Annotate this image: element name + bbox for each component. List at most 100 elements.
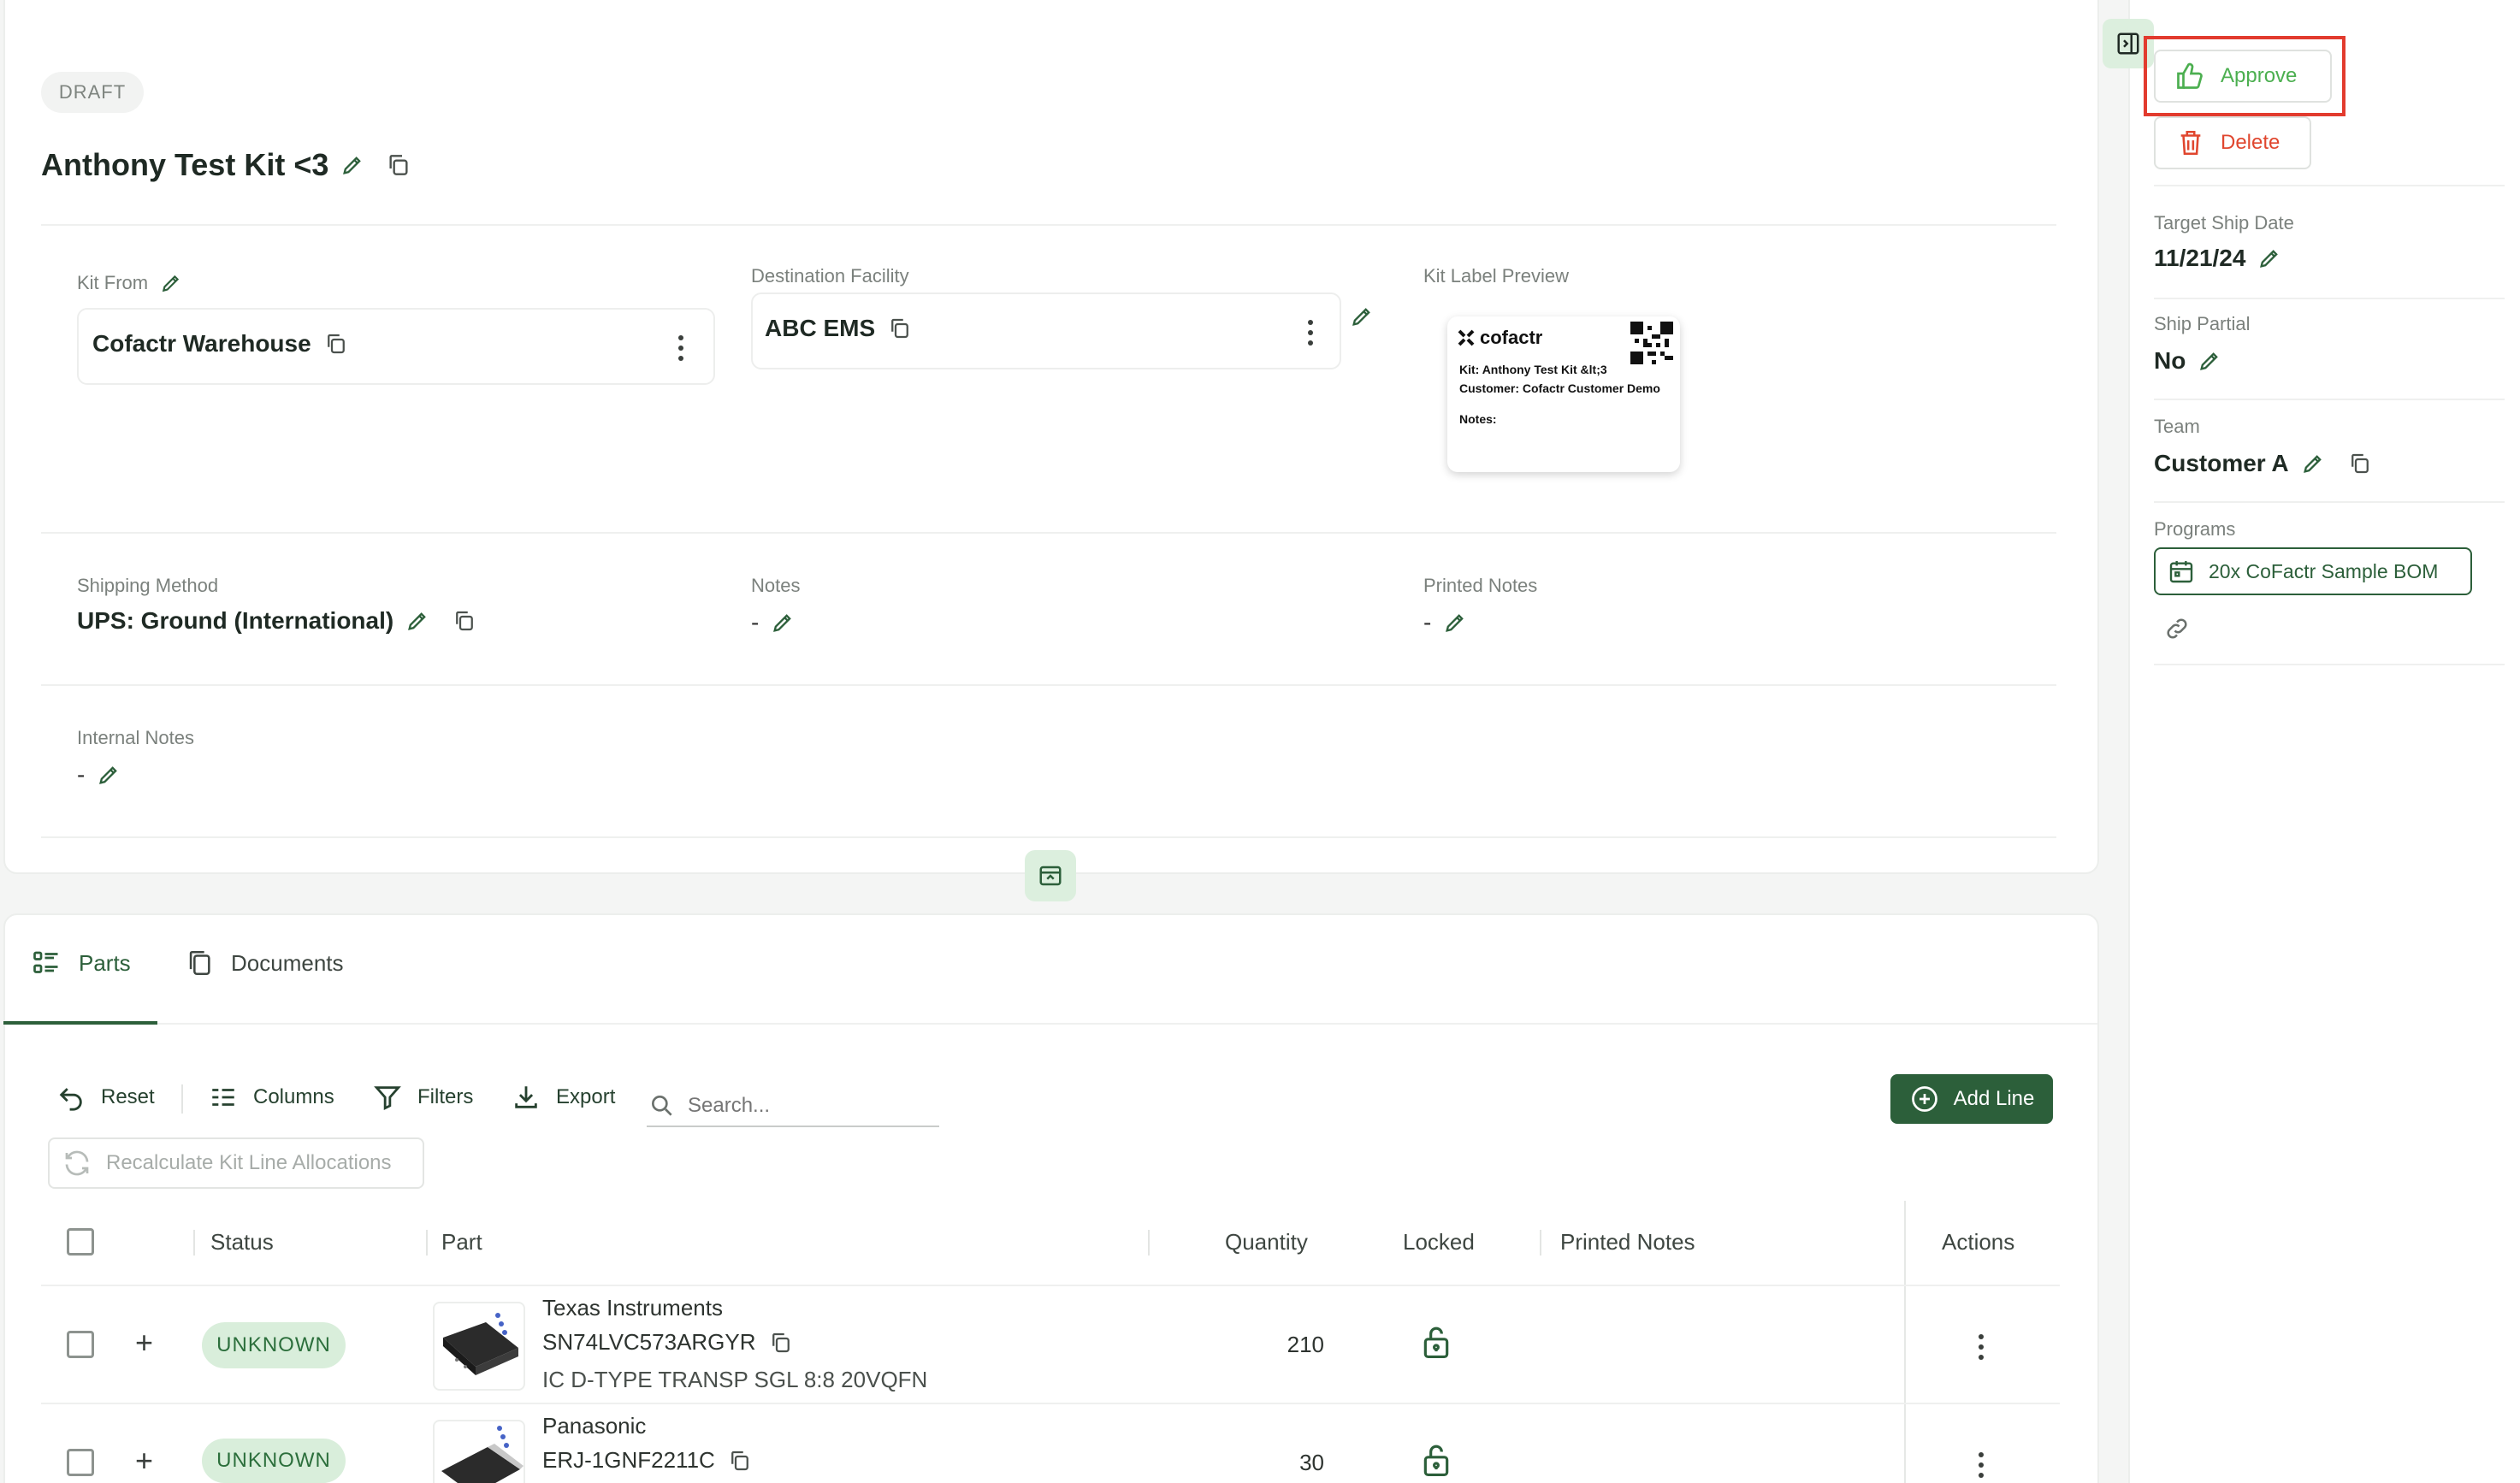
edit-icon[interactable] xyxy=(97,763,121,787)
edit-icon[interactable] xyxy=(160,272,182,294)
columns-button[interactable]: Columns xyxy=(209,1083,334,1112)
program-chip[interactable]: 20x CoFactr Sample BOM xyxy=(2154,547,2472,595)
printed-notes-row: - xyxy=(1423,609,1467,636)
sidebar-divider xyxy=(2154,399,2505,400)
header-locked[interactable]: Locked xyxy=(1403,1229,1475,1256)
select-all-checkbox[interactable] xyxy=(67,1228,94,1256)
calendar-icon xyxy=(2169,561,2193,583)
expand-row-icon[interactable]: + xyxy=(135,1327,153,1358)
target-ship-date-row: 11/21/24 xyxy=(2154,245,2281,272)
part-thumbnail xyxy=(433,1302,525,1391)
reset-label: Reset xyxy=(101,1085,155,1108)
kit-from-value: Cofactr Warehouse xyxy=(92,330,311,357)
destination-label: Destination Facility xyxy=(751,265,909,287)
export-label: Export xyxy=(556,1085,616,1108)
undo-icon xyxy=(59,1088,82,1111)
tab-parts[interactable]: Parts xyxy=(31,948,131,978)
programs-label: Programs xyxy=(2154,518,2236,540)
unlock-icon[interactable] xyxy=(1420,1442,1452,1478)
more-options-icon[interactable] xyxy=(677,335,684,361)
program-chip-label: 20x CoFactr Sample BOM xyxy=(2209,559,2439,582)
copy-icon[interactable] xyxy=(2347,451,2373,476)
kit-from-select[interactable]: Cofactr Warehouse xyxy=(77,308,715,385)
copy-icon[interactable] xyxy=(768,1330,794,1356)
copy-icon[interactable] xyxy=(323,331,349,357)
column-divider xyxy=(193,1230,195,1256)
label-line-customer: Customer: Cofactr Customer Demo xyxy=(1459,381,1660,395)
header-printed-notes[interactable]: Printed Notes xyxy=(1560,1229,1695,1256)
reset-button[interactable]: Reset xyxy=(56,1083,155,1112)
edit-icon[interactable] xyxy=(2301,452,2325,476)
target-ship-date-value: 11/21/24 xyxy=(2154,245,2246,271)
row-divider xyxy=(41,1403,2060,1404)
approve-label: Approve xyxy=(2221,64,2298,87)
approve-button[interactable]: Approve xyxy=(2154,50,2332,103)
row-actions-icon[interactable] xyxy=(1978,1334,1985,1360)
status-badge: UNKNOWN xyxy=(202,1322,346,1368)
label-line-notes: Notes: xyxy=(1459,412,1497,426)
export-button[interactable]: Export xyxy=(512,1083,615,1112)
part-manufacturer: Texas Instruments xyxy=(542,1295,723,1321)
shipping-method-value: UPS: Ground (International) xyxy=(77,607,394,634)
edit-icon[interactable] xyxy=(405,609,429,633)
destination-select[interactable]: ABC EMS xyxy=(751,292,1341,369)
ship-partial-label: Ship Partial xyxy=(2154,313,2251,334)
edit-icon[interactable] xyxy=(1350,304,1374,328)
internal-notes-row: - xyxy=(77,761,121,789)
filters-button[interactable]: Filters xyxy=(373,1083,473,1112)
documents-icon xyxy=(189,950,210,976)
part-manufacturer: Panasonic xyxy=(542,1413,647,1439)
sidebar-toggle-icon xyxy=(2117,32,2139,55)
part-mpn-row: SN74LVC573ARGYR xyxy=(542,1329,794,1356)
copy-icon[interactable] xyxy=(887,316,913,341)
columns-icon xyxy=(212,1089,234,1106)
printed-notes-value: - xyxy=(1423,609,1432,635)
internal-notes-value: - xyxy=(77,761,86,788)
search-input[interactable] xyxy=(688,1094,919,1118)
row-checkbox[interactable] xyxy=(67,1331,94,1358)
search-field[interactable] xyxy=(647,1086,939,1127)
part-mpn[interactable]: ERJ-1GNF2211C xyxy=(542,1447,715,1474)
filter-icon xyxy=(374,1086,401,1111)
edit-icon[interactable] xyxy=(340,153,364,177)
more-options-icon[interactable] xyxy=(1307,320,1314,346)
notes-label: Notes xyxy=(751,575,801,596)
ship-partial-value: No xyxy=(2154,347,2186,374)
link-icon[interactable] xyxy=(2164,616,2190,641)
delete-button[interactable]: Delete xyxy=(2154,116,2311,169)
shipping-method-label: Shipping Method xyxy=(77,575,219,596)
row-checkbox[interactable] xyxy=(67,1449,94,1476)
quantity-value: 210 xyxy=(1287,1332,1324,1357)
row-actions-icon[interactable] xyxy=(1978,1452,1985,1478)
refresh-icon xyxy=(65,1150,89,1176)
expand-row-icon[interactable]: + xyxy=(135,1445,153,1476)
header-quantity[interactable]: Quantity xyxy=(1225,1229,1308,1256)
copy-icon[interactable] xyxy=(452,608,477,634)
header-status[interactable]: Status xyxy=(210,1229,274,1256)
plus-circle-icon xyxy=(1911,1086,1937,1112)
label-preview-label: Kit Label Preview xyxy=(1423,265,1569,287)
part-mpn[interactable]: SN74LVC573ARGYR xyxy=(542,1329,756,1356)
unlock-icon[interactable] xyxy=(1420,1324,1452,1360)
edit-icon[interactable] xyxy=(2257,246,2281,270)
edit-icon[interactable] xyxy=(771,611,795,635)
copy-icon[interactable] xyxy=(385,151,412,179)
sidebar-divider xyxy=(2154,185,2505,186)
tab-documents[interactable]: Documents xyxy=(185,948,344,978)
header-part[interactable]: Part xyxy=(441,1229,482,1256)
collapse-details-button[interactable] xyxy=(1025,850,1076,901)
qr-code-icon xyxy=(1630,322,1673,364)
recalculate-button[interactable]: Recalculate Kit Line Allocations xyxy=(48,1137,424,1189)
sidebar-divider xyxy=(2154,501,2505,503)
kit-details-card xyxy=(3,0,2099,874)
label-brand: cofactr xyxy=(1480,327,1543,348)
copy-icon[interactable] xyxy=(727,1448,753,1474)
edit-icon[interactable] xyxy=(1443,611,1467,635)
notes-value: - xyxy=(751,609,760,635)
add-line-button[interactable]: Add Line xyxy=(1890,1074,2053,1124)
kit-label-preview[interactable]: cofactr Kit: Anthony Test Kit &lt;3 Cust… xyxy=(1447,316,1680,472)
list-icon xyxy=(33,951,58,973)
tab-parts-label: Parts xyxy=(79,949,131,976)
edit-icon[interactable] xyxy=(2198,349,2221,373)
target-ship-date-label: Target Ship Date xyxy=(2154,212,2294,233)
